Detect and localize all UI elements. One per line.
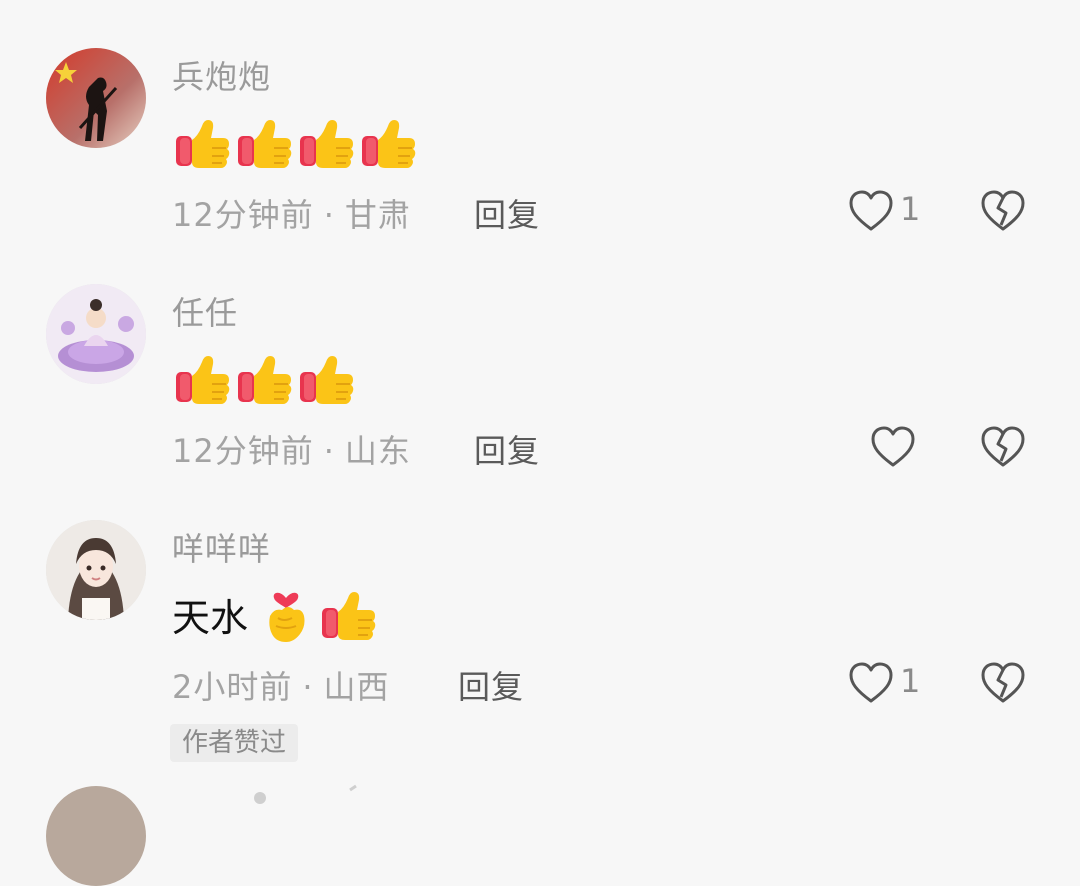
reply-button[interactable]: 回复 — [474, 426, 540, 472]
avatar[interactable] — [46, 284, 146, 384]
username-partial — [240, 784, 360, 804]
thumbs-up-emoji — [234, 348, 294, 408]
comment-content — [172, 344, 358, 412]
thumbs-up-emoji — [172, 348, 232, 408]
thumbs-up-emoji — [296, 348, 356, 408]
comment-meta: 12分钟前 · 甘肃 — [172, 190, 411, 236]
comment-meta: 2小时前 · 山西 — [172, 662, 390, 708]
avatar[interactable] — [46, 520, 146, 620]
heart-icon[interactable] — [870, 425, 916, 469]
broken-heart-icon[interactable] — [980, 189, 1026, 233]
heart-hands-emoji — [256, 584, 316, 644]
author-liked-badge: 作者赞过 — [170, 724, 299, 762]
username[interactable]: 咩咩咩 — [172, 524, 271, 570]
comment-location: 山东 — [344, 432, 411, 470]
thumbs-up-emoji — [318, 584, 378, 644]
thumbs-up-emoji — [296, 112, 356, 172]
comment-time: 12分钟前 — [172, 196, 314, 234]
reply-button[interactable]: 回复 — [458, 662, 524, 708]
separator: · — [323, 196, 335, 234]
separator: · — [302, 668, 314, 706]
like-count: 1 — [900, 190, 921, 228]
comment-content: 天水 — [172, 580, 380, 648]
avatar[interactable] — [46, 786, 146, 886]
thumbs-up-emoji — [234, 112, 294, 172]
comment-location: 甘肃 — [344, 196, 411, 234]
reply-button[interactable]: 回复 — [474, 190, 540, 236]
like-count: 1 — [900, 662, 921, 700]
heart-icon[interactable] — [848, 189, 894, 233]
thumbs-up-emoji — [172, 112, 232, 172]
comment-text: 天水 — [172, 595, 249, 640]
comment-time: 12分钟前 — [172, 432, 314, 470]
username[interactable]: 任任 — [172, 288, 238, 334]
comment-item: 任任 12分钟前 · 山东 回复 — [0, 236, 1080, 472]
comment-time: 2小时前 — [172, 668, 293, 706]
comment-item: 兵炮炮 12分钟前 · 甘肃 回复 1 — [0, 0, 1080, 236]
comment-meta: 12分钟前 · 山东 — [172, 426, 411, 472]
separator: · — [323, 432, 335, 470]
comment-item: 咩咩咩 天水 2小时前 · 山西 回复 1 — [0, 472, 1080, 708]
comment-content — [172, 108, 420, 176]
broken-heart-icon[interactable] — [980, 661, 1026, 705]
heart-icon[interactable] — [848, 661, 894, 705]
comment-location: 山西 — [323, 668, 390, 706]
username[interactable]: 兵炮炮 — [172, 52, 271, 98]
avatar[interactable] — [46, 48, 146, 148]
thumbs-up-emoji — [358, 112, 418, 172]
broken-heart-icon[interactable] — [980, 425, 1026, 469]
